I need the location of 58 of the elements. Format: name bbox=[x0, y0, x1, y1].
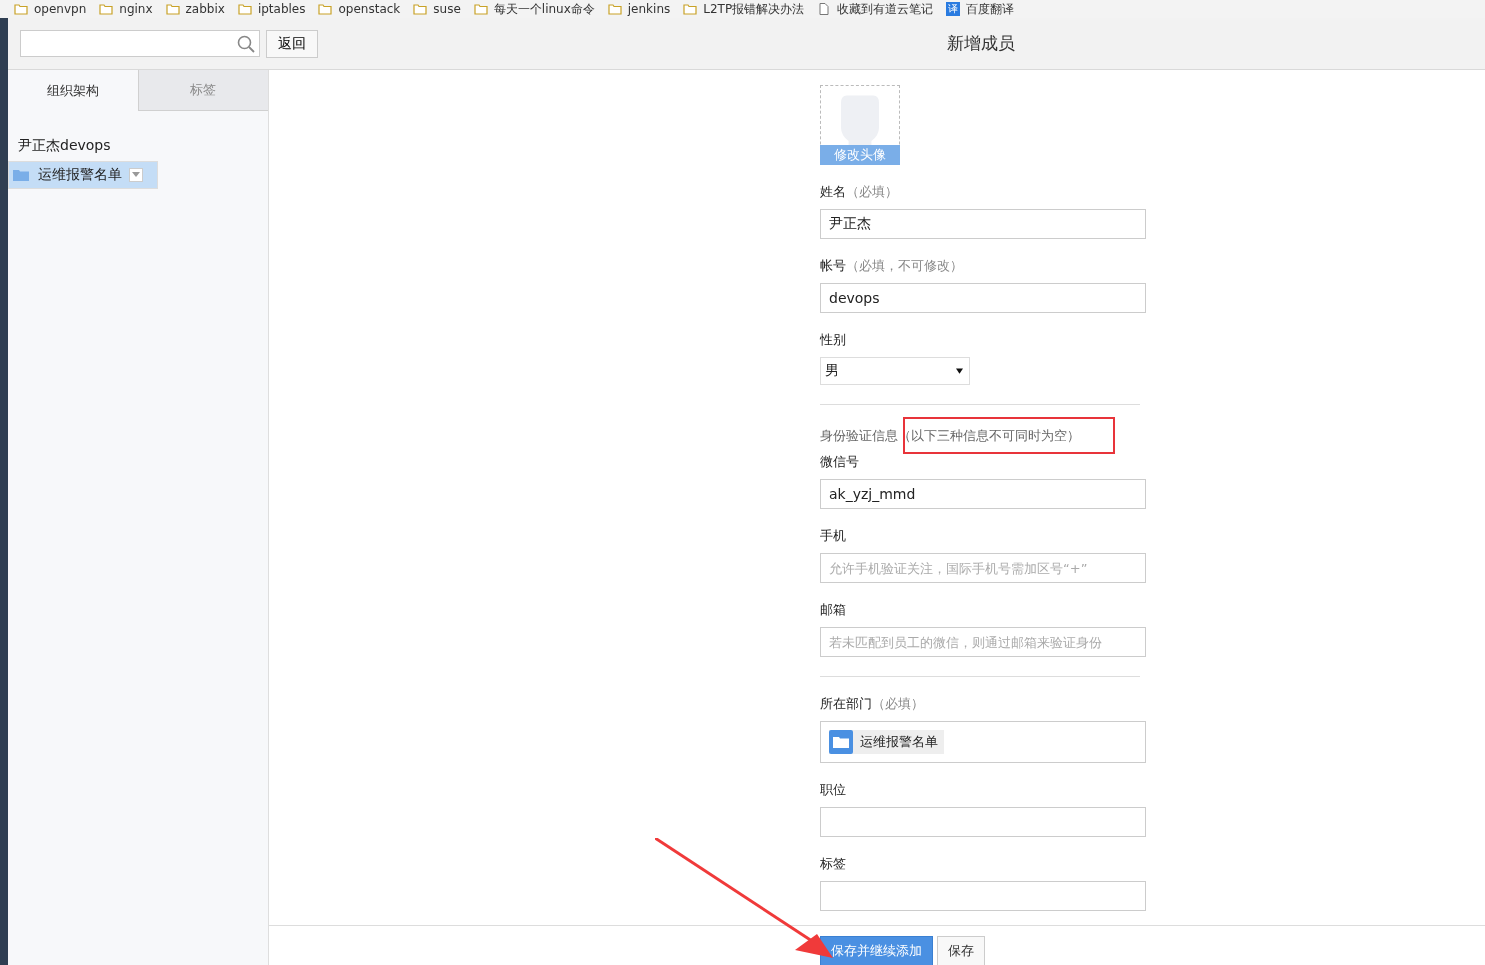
field-hint: （必填） bbox=[846, 184, 898, 199]
bookmark-link[interactable]: 收藏到有道云笔记 bbox=[817, 0, 934, 18]
folder-icon bbox=[318, 3, 333, 15]
bookmark-link[interactable]: 译 百度翻译 bbox=[946, 0, 1015, 18]
tree-node[interactable]: 尹正杰devops bbox=[8, 137, 268, 161]
bookmark-link[interactable]: L2TP报错解决办法 bbox=[683, 0, 805, 18]
bookmark-link[interactable]: iptables bbox=[237, 2, 306, 16]
field-label: 微信号 bbox=[820, 454, 859, 469]
folder-icon bbox=[14, 3, 28, 15]
folder-icon bbox=[607, 3, 622, 15]
folder-icon bbox=[237, 3, 252, 15]
bookmark-link[interactable]: 每天一个linux命令 bbox=[473, 0, 595, 18]
folder-icon bbox=[829, 730, 853, 754]
translate-icon: 译 bbox=[946, 2, 961, 16]
page-title: 新增成员 bbox=[947, 33, 1015, 53]
department-tag: 运维报警名单 bbox=[829, 730, 944, 754]
input-field[interactable] bbox=[820, 807, 1146, 837]
field-label: 手机 bbox=[820, 528, 846, 543]
field-label: 性别 bbox=[820, 332, 846, 347]
field-label: 身份验证信息 bbox=[820, 428, 898, 443]
field-label: 姓名 bbox=[820, 184, 846, 199]
input-field[interactable]: 尹正杰 bbox=[820, 209, 1146, 239]
bookmark-link[interactable]: jenkins bbox=[607, 2, 671, 16]
field-label: 帐号 bbox=[820, 258, 846, 273]
bookmark-link[interactable]: nginx bbox=[99, 2, 153, 16]
field-label: 邮箱 bbox=[820, 602, 846, 617]
input-field[interactable]: 若未匹配到员工的微信，则通过邮箱来验证身份 bbox=[820, 627, 1146, 657]
back-button[interactable]: 返回 bbox=[266, 29, 318, 58]
search-icon bbox=[237, 34, 255, 53]
dropdown-button[interactable] bbox=[129, 168, 143, 182]
bookmark-link[interactable]: openstack bbox=[318, 2, 401, 16]
field-hint: （必填） bbox=[872, 696, 924, 711]
page-icon bbox=[817, 3, 832, 15]
field-label: 标签 bbox=[820, 856, 846, 871]
input-field[interactable]: 允许手机验证关注，国际手机号需加区号“+” bbox=[820, 553, 1146, 583]
folder-icon bbox=[13, 169, 29, 181]
form-button[interactable]: 保存 bbox=[937, 936, 985, 965]
bookmark-link[interactable]: zabbix bbox=[165, 2, 225, 16]
bookmark-link[interactable]: suse bbox=[413, 2, 461, 16]
field-hint: （以下三种信息不可同时为空） bbox=[898, 428, 1080, 443]
input-field[interactable]: ak_yzj_mmd bbox=[820, 479, 1146, 509]
folder-icon bbox=[99, 3, 114, 15]
department-field[interactable]: 运维报警名单 bbox=[820, 721, 1146, 763]
caret-icon bbox=[132, 172, 140, 178]
folder-icon bbox=[683, 3, 698, 15]
bookmark-link[interactable]: openvpn bbox=[14, 2, 87, 16]
field-label: 职位 bbox=[820, 782, 846, 797]
folder-icon bbox=[413, 3, 428, 15]
field-label: 所在部门 bbox=[820, 696, 872, 711]
folder-icon bbox=[473, 3, 488, 15]
caret-icon bbox=[956, 368, 963, 374]
search-field[interactable] bbox=[20, 30, 260, 57]
input-field[interactable] bbox=[820, 881, 1146, 911]
input-field[interactable]: devops bbox=[820, 283, 1146, 313]
tree-node[interactable]: 运维报警名单 bbox=[8, 161, 158, 189]
field-hint: （必填，不可修改） bbox=[846, 258, 963, 273]
folder-icon bbox=[165, 3, 180, 15]
select-field[interactable]: 男 bbox=[820, 357, 970, 385]
